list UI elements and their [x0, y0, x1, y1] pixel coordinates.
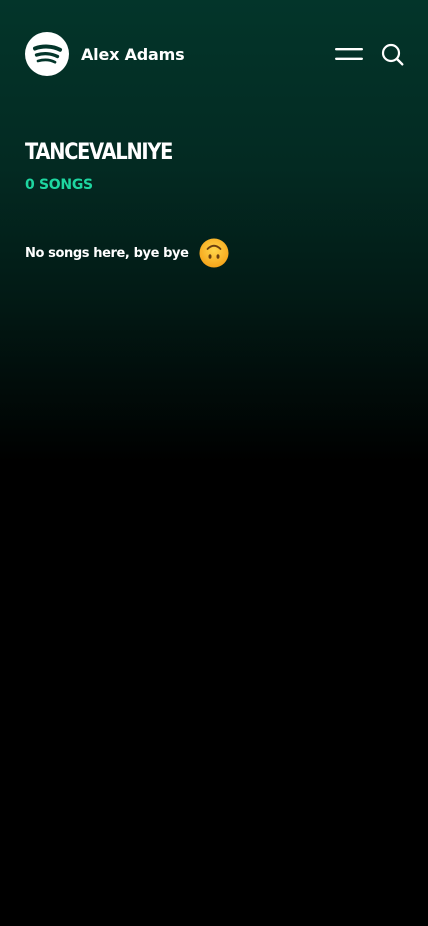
playlist-title: TANCEVALNIYE [25, 140, 173, 165]
header-actions [335, 43, 404, 66]
brand: Alex Adams [25, 32, 185, 76]
user-name[interactable]: Alex Adams [81, 45, 185, 64]
hamburger-menu-icon[interactable] [335, 47, 363, 61]
spotify-logo-icon[interactable] [25, 32, 69, 76]
app-page: Alex Adams TANCEVALNIYE 0 SONGS No songs… [0, 0, 428, 926]
top-header: Alex Adams [25, 32, 404, 76]
song-count: 0 SONGS [25, 177, 93, 193]
search-icon[interactable] [381, 43, 404, 66]
empty-message: No songs here, bye bye [25, 245, 189, 261]
empty-state: No songs here, bye bye [25, 238, 229, 268]
upside-down-face-emoji-icon [199, 238, 229, 268]
